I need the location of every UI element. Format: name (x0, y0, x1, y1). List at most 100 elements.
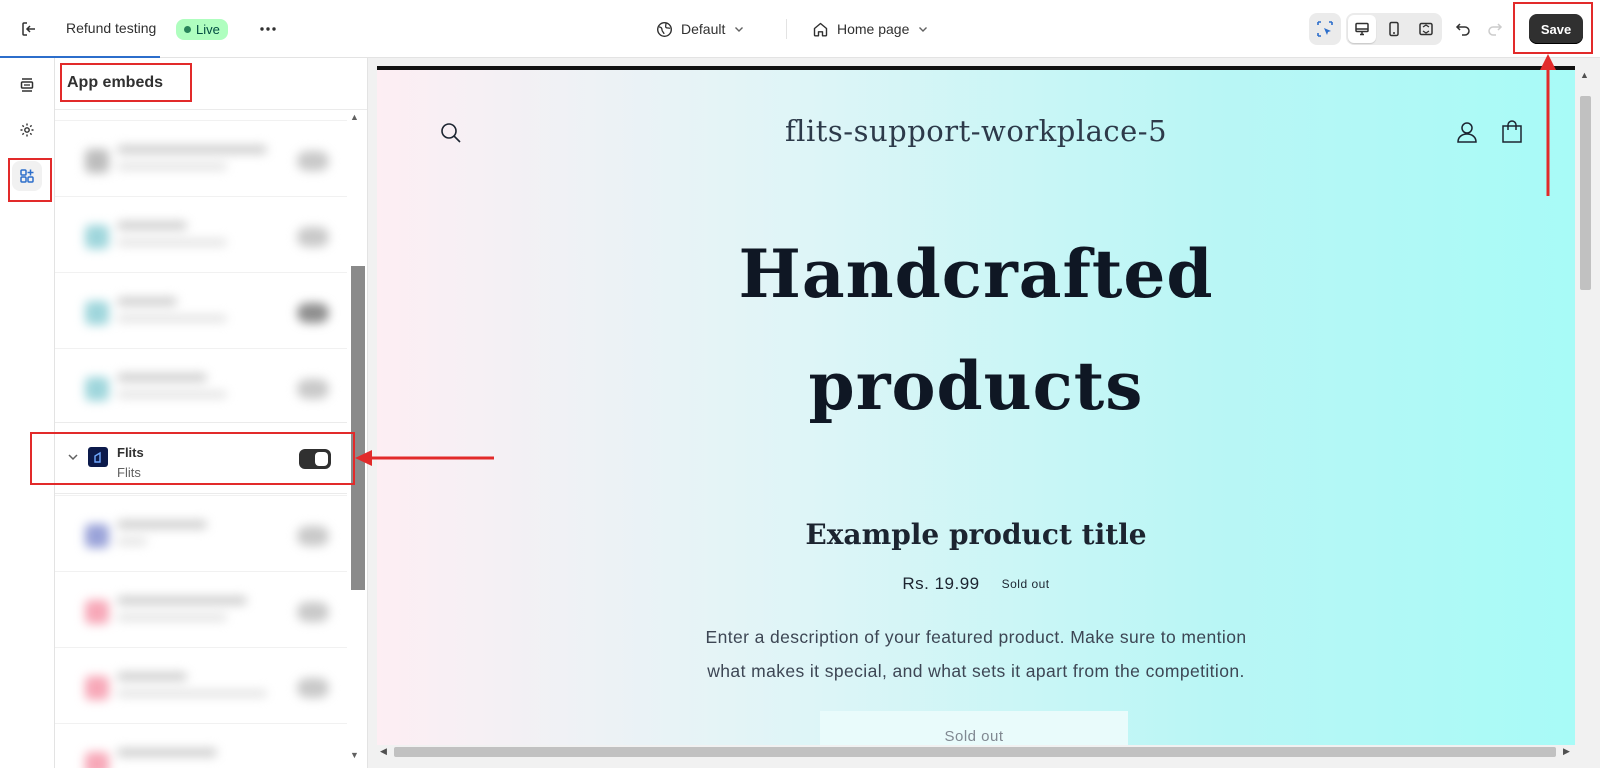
blurred-toggle (297, 526, 329, 546)
blurred-toggle (297, 303, 329, 323)
scroll-right-arrow[interactable]: ▶ (1563, 746, 1570, 757)
embed-row-blurred[interactable] (55, 348, 347, 423)
account-icon[interactable] (1455, 120, 1479, 144)
hero-heading-line: Handcrafted (738, 235, 1214, 313)
hero-heading-line: products (808, 347, 1144, 425)
preview-vertical-scrollbar-thumb[interactable] (1580, 96, 1591, 290)
price-row: Rs. 19.99 Sold out (377, 574, 1575, 594)
storefront-preview[interactable]: flits-support-workplace-5 Handcrafted pr… (377, 66, 1575, 746)
embed-row-blurred[interactable] (55, 571, 347, 646)
embed-row-blurred[interactable] (55, 196, 347, 271)
page-selector[interactable]: Home page (812, 17, 929, 41)
app-icon (85, 301, 109, 325)
blurred-content (55, 349, 347, 424)
settings-nav-button[interactable] (12, 115, 42, 145)
divider (786, 19, 787, 39)
chevron-down-icon (919, 27, 928, 32)
blurred-text (117, 145, 267, 154)
blurred-content (55, 572, 347, 647)
app-icon (85, 600, 109, 624)
viewport-toggle-group (1346, 13, 1442, 45)
cart-icon[interactable] (1501, 120, 1523, 144)
store-name: Refund testing (66, 20, 157, 36)
annotation-box-title (60, 63, 192, 102)
blurred-text (117, 520, 207, 529)
top-bar: Refund testing Live Default Home page Sa… (0, 0, 1600, 58)
panel-scrollbar-thumb[interactable] (351, 266, 365, 590)
more-actions-button[interactable] (254, 14, 282, 44)
product-price: Rs. 19.99 (902, 574, 980, 593)
undo-icon (1455, 23, 1470, 36)
app-icon (85, 149, 109, 173)
chevron-down-icon (735, 27, 744, 32)
blurred-toggle (297, 151, 329, 171)
redo-icon (1488, 23, 1503, 36)
preview-horizontal-scrollbar-thumb[interactable] (394, 747, 1556, 757)
theme-selector[interactable]: Default (656, 17, 745, 41)
blurred-content (55, 724, 347, 768)
blurred-toggle (297, 379, 329, 399)
description-line: what makes it special, and what sets it … (707, 661, 1245, 681)
app-icon (85, 225, 109, 249)
embed-row-blurred[interactable] (55, 272, 347, 347)
blurred-text (117, 239, 227, 246)
blurred-text (117, 163, 227, 170)
status-badge-label: Live (196, 22, 220, 37)
scroll-left-arrow[interactable]: ◀ (380, 746, 387, 757)
sold-out-button[interactable]: Sold out (820, 711, 1128, 746)
blurred-text (117, 315, 227, 322)
inspector-button[interactable] (1309, 13, 1341, 45)
gear-icon (20, 123, 34, 137)
embed-row-blurred[interactable] (55, 495, 347, 570)
sections-icon (20, 78, 34, 92)
sections-nav-button[interactable] (12, 70, 42, 100)
scroll-up-arrow[interactable]: ▲ (350, 112, 359, 122)
app-icon (85, 377, 109, 401)
blurred-text (117, 672, 187, 681)
exit-icon (22, 22, 35, 36)
blurred-text (117, 690, 267, 697)
blurred-toggle (297, 227, 329, 247)
scroll-up-arrow[interactable]: ▲ (1580, 70, 1589, 80)
product-description: Enter a description of your featured pro… (377, 620, 1575, 688)
sold-out-badge: Sold out (1001, 577, 1050, 591)
scroll-down-arrow[interactable]: ▼ (350, 750, 359, 760)
mobile-icon (1389, 21, 1399, 37)
fullscreen-icon (1419, 22, 1433, 36)
blurred-text (117, 391, 227, 398)
blurred-text (117, 614, 227, 621)
blurred-content (55, 496, 347, 571)
hero-heading: Handcrafted products (377, 218, 1575, 442)
annotation-box-app-embeds (8, 158, 52, 202)
blurred-toggle (297, 602, 329, 622)
embed-row-blurred[interactable] (55, 120, 347, 195)
exit-button[interactable] (14, 14, 44, 44)
blurred-content (55, 273, 347, 348)
annotation-box-save (1513, 2, 1593, 54)
annotation-box-flits-row (30, 432, 355, 485)
more-icon (260, 27, 276, 31)
embed-row-blurred[interactable] (55, 647, 347, 722)
live-dot-icon (184, 26, 191, 33)
redo-button[interactable] (1480, 14, 1510, 44)
fullscreen-view-button[interactable] (1412, 15, 1440, 43)
product-title: Example product title (805, 518, 1147, 551)
undo-button[interactable] (1448, 14, 1478, 44)
store-logo[interactable]: flits-support-workplace-5 (377, 114, 1575, 148)
blurred-text (117, 596, 247, 605)
mobile-view-button[interactable] (1380, 15, 1408, 43)
inspect-icon (1317, 21, 1333, 37)
blurred-text (117, 373, 207, 382)
blurred-text (117, 297, 177, 306)
globe-icon (656, 21, 673, 37)
app-icon (85, 676, 109, 700)
blurred-content (55, 121, 347, 196)
home-icon (813, 22, 828, 36)
embed-row-blurred[interactable] (55, 723, 347, 768)
blurred-text (117, 748, 217, 757)
blurred-text (117, 538, 147, 545)
desktop-view-button[interactable] (1348, 15, 1376, 43)
divider (55, 109, 367, 110)
page-selector-label: Home page (837, 21, 910, 37)
description-line: Enter a description of your featured pro… (705, 627, 1247, 647)
